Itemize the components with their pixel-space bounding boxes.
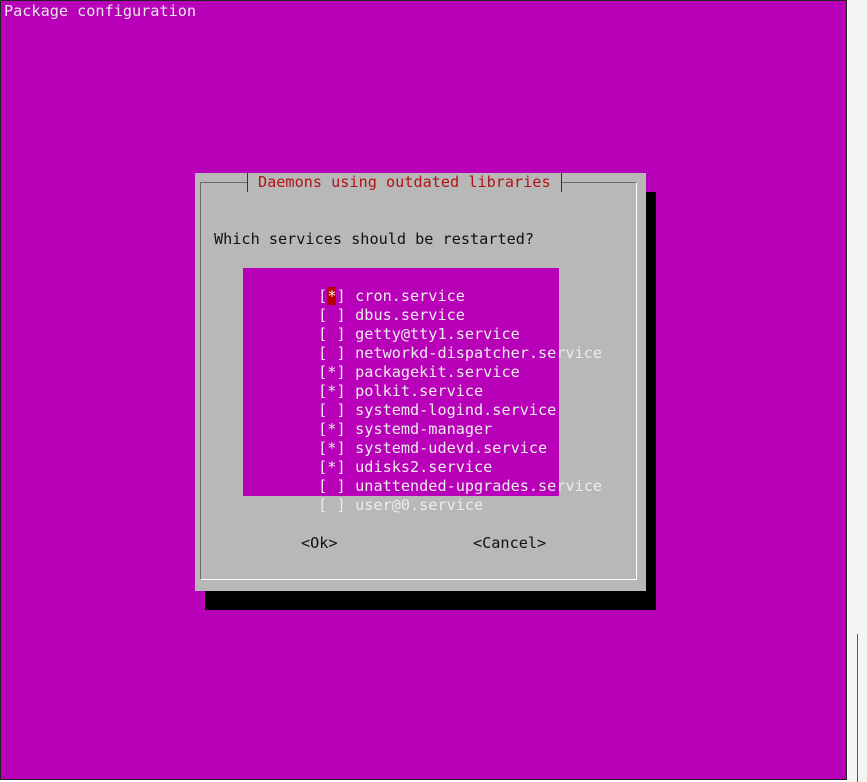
services-checklist[interactable]: [*] cron.service [ ] dbus.service [ ] getty…	[243, 268, 602, 514]
service-item-getty[interactable]: [ ] getty@tty1.service	[243, 306, 559, 343]
scrollbar-thumb[interactable]	[857, 634, 858, 782]
terminal-window: Package configuration Daemons using outd…	[0, 0, 847, 780]
service-item-networkd-dispatcher[interactable]: [ ] networkd-dispatcher.service	[243, 325, 602, 362]
service-item-user-0[interactable]: [ ] user@0.service	[243, 477, 559, 514]
ok-button[interactable]: <Ok>	[301, 534, 338, 553]
service-item-systemd-logind[interactable]: [ ] systemd-logind.service	[243, 382, 559, 419]
service-item-dbus[interactable]: [ ] dbus.service	[243, 287, 559, 324]
cancel-button[interactable]: <Cancel>	[473, 534, 546, 553]
checkbox[interactable]: [ ]	[316, 496, 355, 515]
service-item-packagekit[interactable]: [*] packagekit.service	[243, 344, 559, 381]
vertical-scrollbar[interactable]	[848, 0, 867, 782]
service-item-systemd-udevd[interactable]: [*] systemd-udevd.service	[243, 420, 559, 457]
service-label: user@0.service	[355, 496, 484, 514]
services-dialog: Daemons using outdated libraries Which s…	[195, 173, 646, 591]
dialog-prompt: Which services should be restarted?	[214, 230, 535, 248]
service-item-unattended-upgrades[interactable]: [ ] unattended-upgrades.service	[243, 458, 602, 495]
service-item-systemd-manager[interactable]: [*] systemd-manager	[243, 401, 559, 438]
service-item-polkit[interactable]: [*] polkit.service	[243, 363, 559, 400]
service-item-cron[interactable]: [*] cron.service	[243, 268, 559, 305]
dialog-title: Daemons using outdated libraries	[247, 173, 562, 192]
service-item-udisks2[interactable]: [*] udisks2.service	[243, 439, 559, 476]
package-configuration-header: Package configuration	[4, 2, 197, 20]
